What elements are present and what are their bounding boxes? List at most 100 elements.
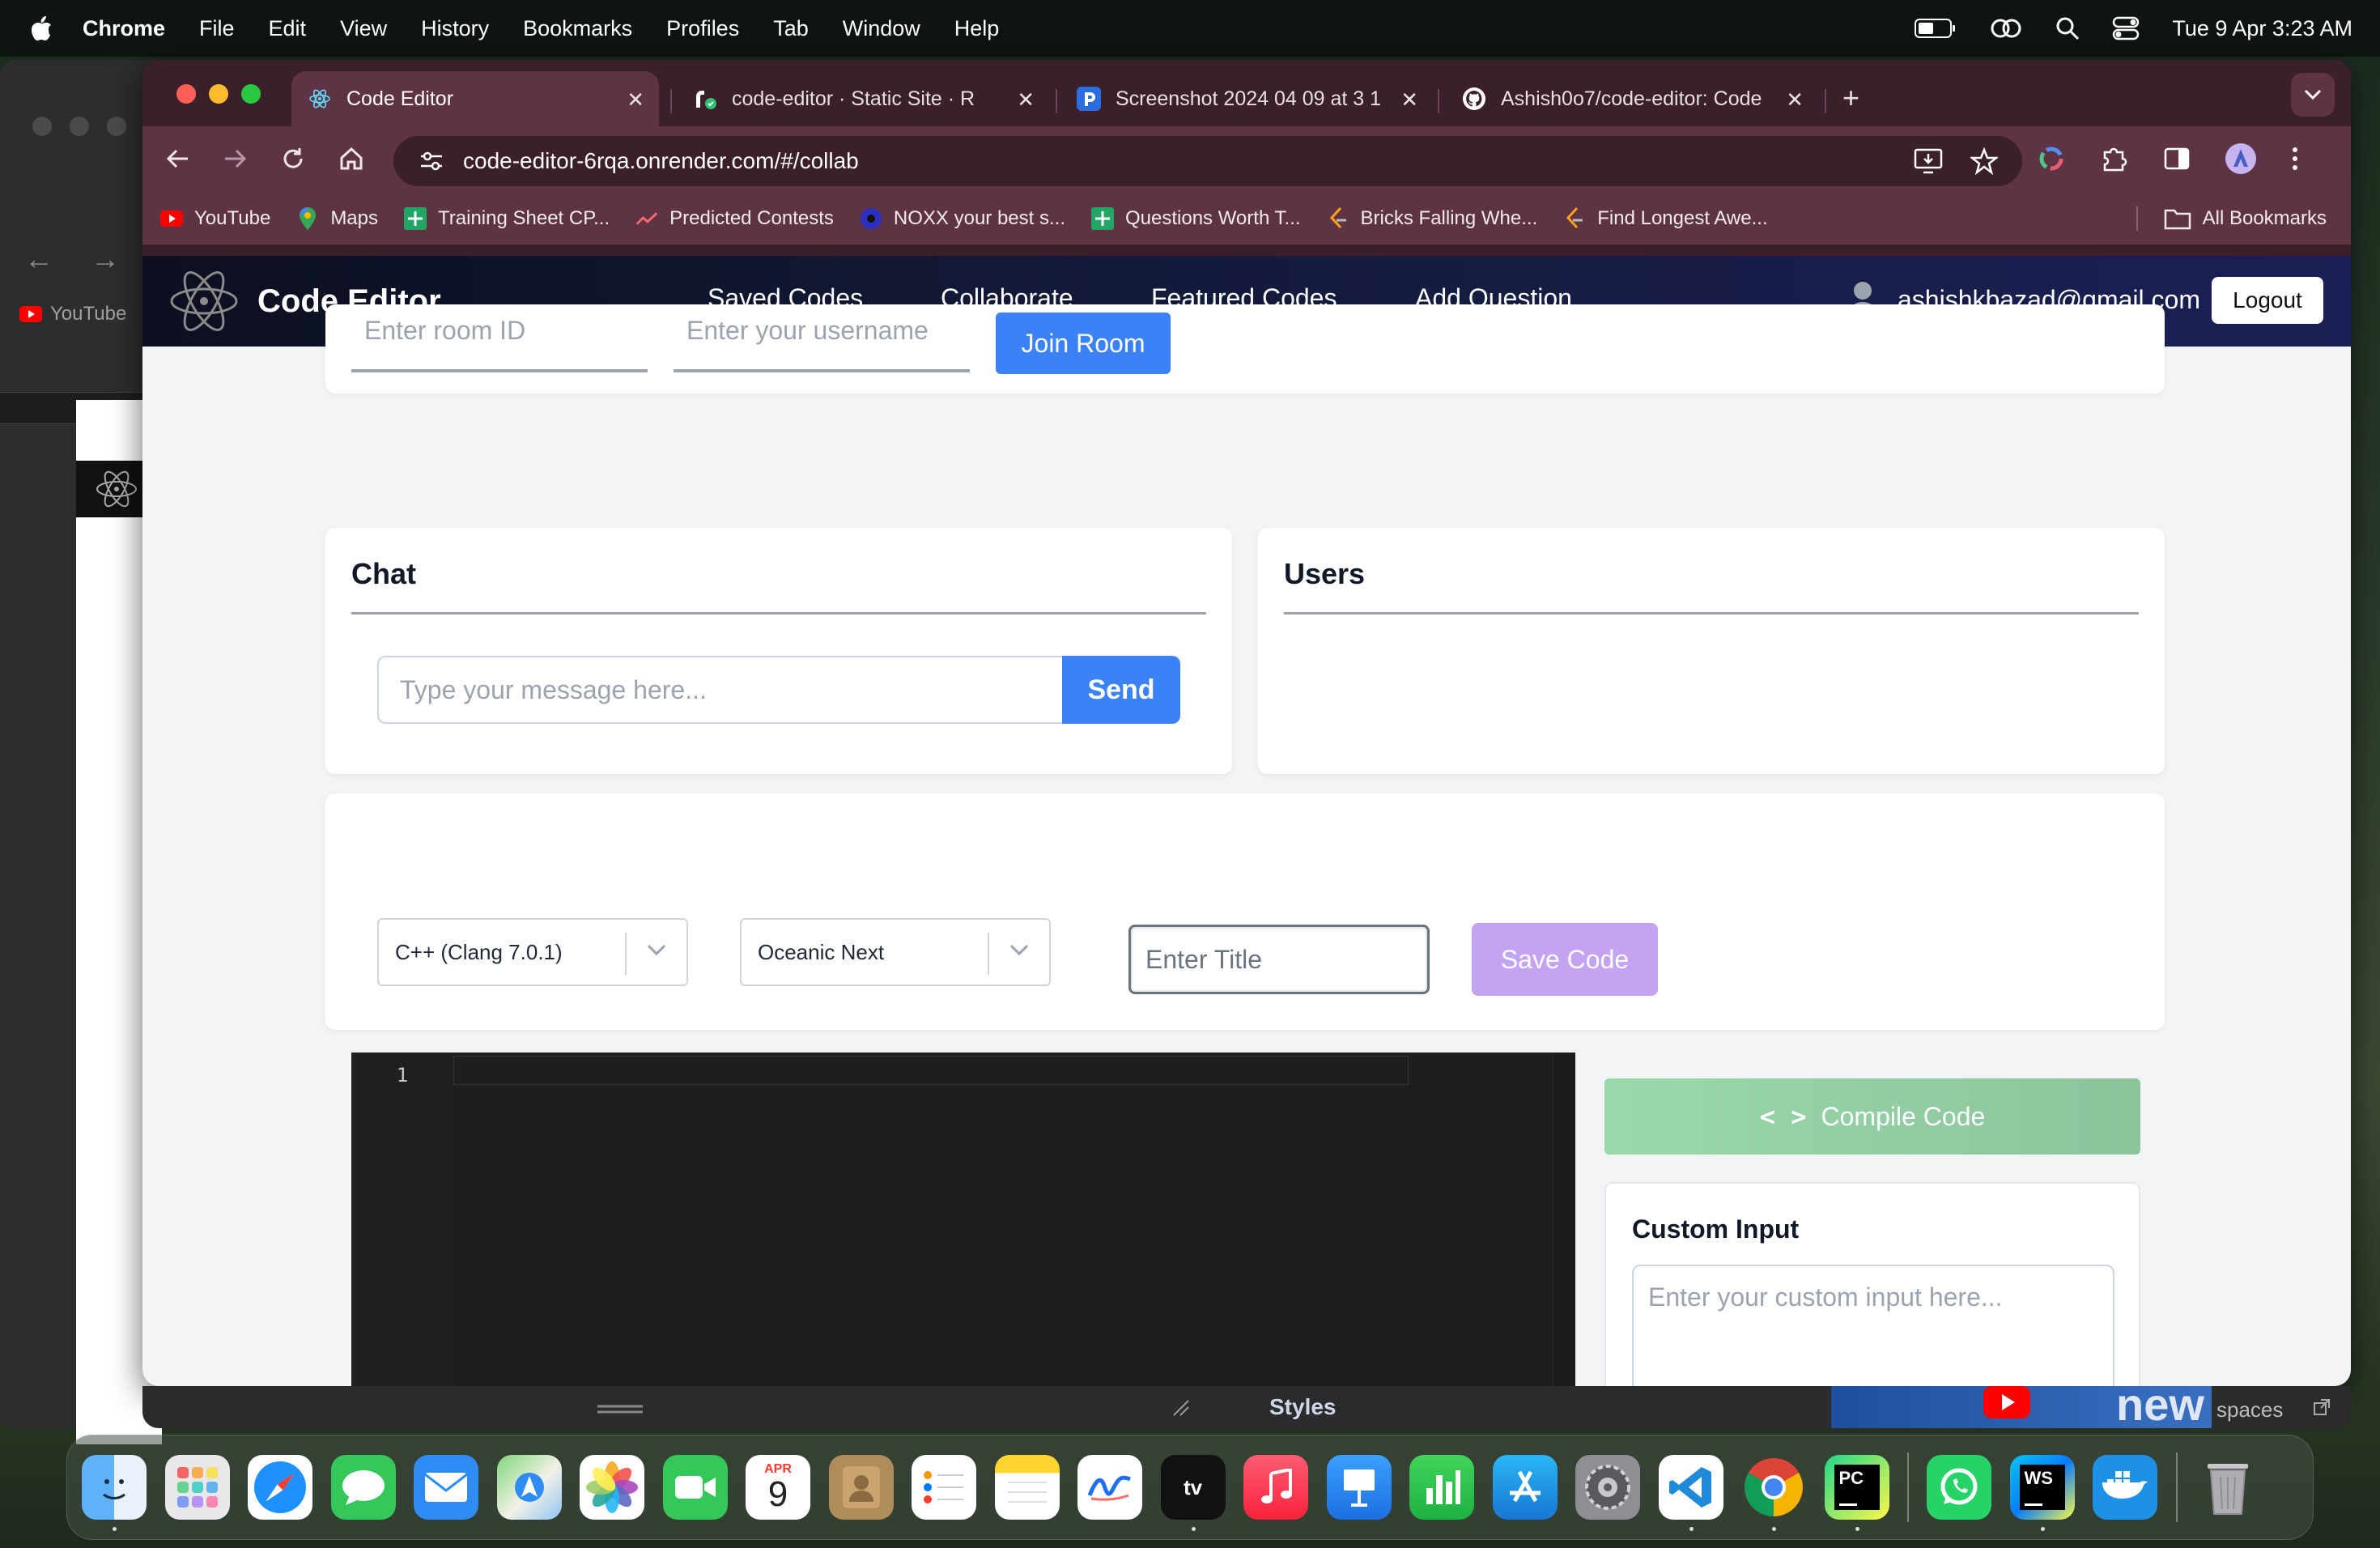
menu-help[interactable]: Help bbox=[954, 16, 1000, 41]
browser-toolbar: code-editor-6rqa.onrender.com/#/collab bbox=[142, 126, 2351, 193]
join-room-button[interactable]: Join Room bbox=[996, 313, 1171, 374]
theme-select[interactable]: Oceanic Next bbox=[740, 918, 1051, 986]
bookmark-find-longest[interactable]: Find Longest Awe... bbox=[1563, 206, 1768, 230]
save-code-button[interactable]: Save Code bbox=[1472, 923, 1658, 996]
menu-history[interactable]: History bbox=[421, 16, 489, 41]
close-tab-icon[interactable]: ✕ bbox=[627, 87, 644, 113]
safari-icon[interactable] bbox=[248, 1455, 312, 1520]
music-icon[interactable] bbox=[1243, 1455, 1308, 1520]
extension-color-icon[interactable] bbox=[2037, 144, 2066, 173]
battery-icon[interactable] bbox=[1915, 18, 1957, 39]
bookmark-label: Predicted Contests bbox=[669, 207, 834, 229]
screen-mirroring-icon[interactable] bbox=[1989, 16, 2023, 40]
forward-arrow-icon[interactable] bbox=[219, 142, 251, 175]
menu-file[interactable]: File bbox=[199, 16, 235, 41]
menu-app-name[interactable]: Chrome bbox=[83, 16, 165, 41]
system-settings-icon[interactable] bbox=[1575, 1455, 1640, 1520]
docker-icon[interactable] bbox=[2093, 1455, 2157, 1520]
close-window-button[interactable] bbox=[176, 84, 196, 104]
bookmark-questions-worth[interactable]: Questions Worth T... bbox=[1090, 207, 1301, 230]
trash-icon[interactable] bbox=[2195, 1455, 2260, 1520]
code-editor[interactable]: 1 bbox=[351, 1053, 1575, 1386]
messages-icon[interactable] bbox=[330, 1455, 396, 1520]
tab-github[interactable]: Ashish0o7/code-editor: Code ✕ bbox=[1446, 71, 1818, 126]
room-card: Enter room ID Enter your username Join R… bbox=[325, 304, 2165, 393]
menu-window[interactable]: Window bbox=[843, 16, 920, 41]
app-store-icon[interactable] bbox=[1492, 1455, 1558, 1520]
home-icon[interactable] bbox=[335, 142, 368, 175]
tab-render-static-site[interactable]: code-editor · Static Site · R ✕ bbox=[677, 71, 1049, 126]
extensions-puzzle-icon[interactable] bbox=[2100, 144, 2129, 173]
menu-clock[interactable]: Tue 9 Apr 3:23 AM bbox=[2172, 16, 2352, 41]
photos-icon[interactable] bbox=[580, 1455, 644, 1520]
side-panel-icon[interactable] bbox=[2163, 145, 2191, 172]
menu-tab[interactable]: Tab bbox=[773, 16, 809, 41]
external-link-icon bbox=[2314, 1399, 2330, 1415]
tab-code-editor[interactable]: Code Editor ✕ bbox=[291, 71, 659, 126]
editor-scrollbar[interactable] bbox=[1553, 1053, 1575, 1386]
chrome-icon[interactable] bbox=[1741, 1455, 1806, 1531]
more-menu-icon[interactable] bbox=[2291, 145, 2299, 172]
site-settings-icon[interactable] bbox=[418, 147, 445, 175]
active-line[interactable] bbox=[453, 1056, 1409, 1085]
menu-view[interactable]: View bbox=[340, 16, 387, 41]
bookmark-noxx[interactable]: NOXX your best s... bbox=[860, 207, 1065, 230]
notes-icon[interactable] bbox=[994, 1455, 1060, 1520]
menu-bookmarks[interactable]: Bookmarks bbox=[523, 16, 632, 41]
whatsapp-icon[interactable] bbox=[1927, 1455, 1991, 1520]
apple-icon[interactable] bbox=[29, 15, 53, 42]
spotlight-search-icon[interactable] bbox=[2055, 16, 2080, 40]
mail-icon[interactable] bbox=[414, 1455, 478, 1520]
pycharm-icon[interactable]: PC bbox=[1824, 1455, 1889, 1531]
background-browser-window: ← → YouTube bbox=[0, 60, 162, 1444]
tab-search-button[interactable] bbox=[2291, 73, 2335, 117]
room-id-input[interactable]: Enter room ID bbox=[351, 304, 648, 372]
facetime-icon[interactable] bbox=[662, 1455, 728, 1520]
username-input[interactable]: Enter your username bbox=[674, 304, 970, 372]
send-button[interactable]: Send bbox=[1062, 656, 1180, 724]
chat-message-input[interactable]: Type your message here... bbox=[377, 656, 1064, 724]
editor-controls-card bbox=[325, 793, 2165, 1030]
custom-input-textarea[interactable]: Enter your custom input here... bbox=[1632, 1265, 2114, 1386]
install-app-icon[interactable] bbox=[1914, 147, 1943, 175]
minimize-window-button[interactable] bbox=[209, 84, 228, 104]
webstorm-icon[interactable]: WS bbox=[2009, 1455, 2075, 1531]
all-bookmarks-button[interactable]: All Bookmarks bbox=[2136, 193, 2327, 245]
language-select[interactable]: C++ (Clang 7.0.1) bbox=[377, 918, 688, 986]
vscode-icon[interactable] bbox=[1658, 1455, 1723, 1531]
close-tab-icon[interactable]: ✕ bbox=[1017, 87, 1035, 113]
bookmark-maps[interactable]: Maps bbox=[296, 207, 378, 230]
close-tab-icon[interactable]: ✕ bbox=[1786, 87, 1804, 113]
numbers-icon[interactable] bbox=[1409, 1455, 1474, 1520]
close-tab-icon[interactable]: ✕ bbox=[1400, 87, 1418, 113]
profile-avatar-icon[interactable] bbox=[2225, 142, 2257, 175]
compile-code-button[interactable]: < > Compile Code bbox=[1604, 1078, 2140, 1155]
maps-icon[interactable] bbox=[496, 1455, 562, 1520]
launchpad-icon[interactable] bbox=[164, 1455, 230, 1520]
address-bar[interactable]: code-editor-6rqa.onrender.com/#/collab bbox=[393, 136, 2022, 186]
bookmark-star-icon[interactable] bbox=[1970, 147, 1998, 175]
zoom-window-button[interactable] bbox=[241, 84, 261, 104]
back-arrow-icon[interactable] bbox=[162, 142, 194, 175]
bookmark-training-sheet[interactable]: Training Sheet CP... bbox=[404, 207, 610, 230]
calendar-icon[interactable]: APR 9 bbox=[746, 1455, 810, 1520]
finder-icon[interactable] bbox=[82, 1455, 147, 1531]
new-tab-icon[interactable]: + bbox=[1842, 81, 1859, 115]
bookmark-predicted-contests[interactable]: Predicted Contests bbox=[635, 207, 834, 230]
menu-edit[interactable]: Edit bbox=[269, 16, 307, 41]
menu-profiles[interactable]: Profiles bbox=[666, 16, 739, 41]
apple-tv-icon[interactable]: tv bbox=[1160, 1455, 1226, 1531]
tab-screenshot[interactable]: Screenshot 2024 04 09 at 3 1 ✕ bbox=[1060, 71, 1433, 126]
reload-icon[interactable] bbox=[277, 142, 309, 175]
control-center-icon[interactable] bbox=[2112, 16, 2140, 40]
bookmark-youtube[interactable]: YouTube bbox=[160, 207, 270, 230]
code-title-input[interactable]: Enter Title bbox=[1128, 925, 1430, 994]
logout-button[interactable]: Logout bbox=[2212, 277, 2323, 324]
keynote-icon[interactable] bbox=[1326, 1455, 1392, 1520]
reminders-icon[interactable] bbox=[912, 1455, 976, 1520]
url-text[interactable]: code-editor-6rqa.onrender.com/#/collab bbox=[463, 148, 859, 174]
chevron-down-icon bbox=[647, 944, 666, 956]
freeform-icon[interactable] bbox=[1077, 1455, 1142, 1520]
bookmark-bricks-falling[interactable]: Bricks Falling Whe... bbox=[1327, 206, 1537, 230]
contacts-icon[interactable] bbox=[828, 1455, 894, 1520]
